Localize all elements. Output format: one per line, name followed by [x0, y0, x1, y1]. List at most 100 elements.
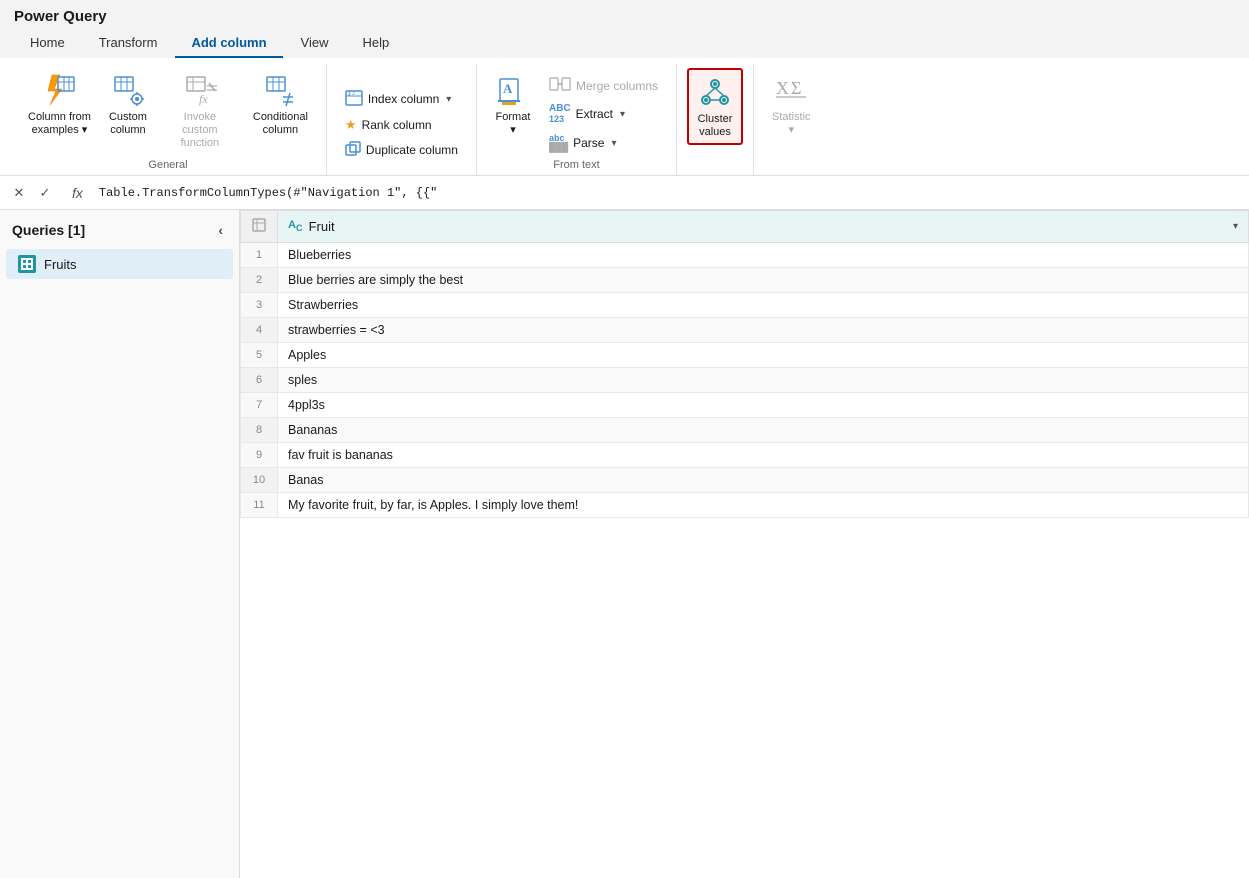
sidebar-collapse-button[interactable]: ‹ — [214, 220, 227, 240]
statistic-button[interactable]: X Σ Statistic▾ — [764, 68, 819, 141]
formula-confirm-icon[interactable]: ✓ — [34, 182, 56, 204]
extract-dropdown-icon: ▾ — [620, 109, 625, 120]
index-column-dropdown-icon: ▾ — [446, 94, 451, 105]
fruit-cell: My favorite fruit, by far, is Apples. I … — [278, 493, 1249, 518]
cluster-values-label: Clustervalues — [698, 113, 733, 139]
ribbon-items-cluster: Clustervalues — [687, 64, 743, 167]
row-number-cell: 2 — [241, 268, 278, 293]
format-button[interactable]: A Format▾ — [487, 68, 539, 141]
invoke-custom-function-button[interactable]: fx Invoke customfunction — [157, 68, 243, 155]
sidebar-header: Queries [1] ‹ — [0, 210, 239, 248]
formula-cancel-icon[interactable]: ✕ — [8, 182, 30, 204]
tab-add-column[interactable]: Add column — [175, 29, 282, 58]
conditional-column-icon — [262, 72, 298, 108]
sidebar: Queries [1] ‹ Fruits — [0, 210, 240, 878]
table-row: 4strawberries = <3 — [241, 318, 1249, 343]
column-from-examples-icon — [41, 72, 77, 108]
invoke-custom-function-label: Invoke customfunction — [165, 111, 235, 151]
extract-button[interactable]: ABC123 Extract ▾ — [541, 100, 666, 128]
tab-home[interactable]: Home — [14, 29, 81, 58]
column-from-examples-button[interactable]: Column fromexamples ▾ — [20, 68, 99, 141]
index-column-icon: 1 2 3 — [345, 90, 363, 109]
conditional-column-label: Conditionalcolumn — [253, 111, 308, 137]
table-row: 1Blueberries — [241, 243, 1249, 268]
merge-columns-icon — [549, 77, 571, 94]
table-row: 11My favorite fruit, by far, is Apples. … — [241, 493, 1249, 518]
format-icon: A — [495, 72, 531, 108]
conditional-column-button[interactable]: Conditionalcolumn — [245, 68, 316, 141]
rank-column-label: Rank column — [362, 118, 432, 132]
fruit-cell: strawberries = <3 — [278, 318, 1249, 343]
fruit-cell: Apples — [278, 343, 1249, 368]
fruit-cell: Banas — [278, 468, 1249, 493]
ribbon-group-from-text: A Format▾ Mer — [477, 64, 677, 175]
fruit-column-label: Fruit — [309, 219, 335, 234]
formula-bar: ✕ ✓ fx Table.TransformColumnTypes(#"Navi… — [0, 176, 1249, 210]
parse-button[interactable]: abc███ Parse ▾ — [541, 131, 666, 155]
table-icon-cell-4 — [27, 264, 32, 269]
merge-columns-button[interactable]: Merge columns — [541, 74, 666, 97]
statistic-label: Statistic▾ — [772, 111, 811, 137]
table-row: 74ppl3s — [241, 393, 1249, 418]
index-column-button[interactable]: 1 2 3 Index column ▾ — [337, 87, 466, 112]
data-grid-wrapper[interactable]: AC Fruit ▾ 1Blueberries2Blue berries are… — [240, 210, 1249, 878]
duplicate-column-button[interactable]: Duplicate column — [337, 138, 466, 163]
custom-column-button[interactable]: Customcolumn — [101, 68, 155, 141]
sidebar-title: Queries [1] — [12, 222, 85, 238]
duplicate-column-icon — [345, 141, 361, 160]
cluster-values-button[interactable]: Clustervalues — [687, 68, 743, 145]
svg-text:fx: fx — [199, 92, 208, 106]
app-title: Power Query — [0, 0, 1249, 29]
sidebar-item-fruits[interactable]: Fruits — [6, 249, 233, 279]
table-row: 8Bananas — [241, 418, 1249, 443]
fruit-column-header[interactable]: AC Fruit ▾ — [278, 211, 1249, 243]
general-group-label: General — [148, 155, 187, 175]
fruit-cell: Blueberries — [278, 243, 1249, 268]
fruit-column-dropdown[interactable]: ▾ — [1233, 221, 1238, 232]
table-row: 5Apples — [241, 343, 1249, 368]
merge-columns-label: Merge columns — [576, 79, 658, 93]
custom-column-icon — [110, 72, 146, 108]
fruits-table-icon — [18, 255, 36, 273]
parse-label: Parse — [573, 136, 604, 150]
cluster-values-icon — [697, 74, 733, 110]
fruit-cell: Blue berries are simply the best — [278, 268, 1249, 293]
row-number-cell: 6 — [241, 368, 278, 393]
fruits-item-label: Fruits — [44, 257, 77, 272]
svg-text:Σ: Σ — [791, 78, 801, 98]
parse-dropdown-icon: ▾ — [611, 138, 616, 149]
ribbon-group-general: Column fromexamples ▾ — [10, 64, 327, 175]
row-number-cell: 5 — [241, 343, 278, 368]
ribbon-items-statistic: X Σ Statistic▾ — [764, 64, 819, 167]
ribbon-group-cluster: Clustervalues — [677, 64, 754, 175]
row-number-cell: 10 — [241, 468, 278, 493]
custom-column-label: Customcolumn — [109, 111, 147, 137]
col-type-icon: AC — [288, 219, 303, 233]
row-num-header — [241, 211, 278, 243]
tab-help[interactable]: Help — [347, 29, 406, 58]
tab-transform[interactable]: Transform — [83, 29, 174, 58]
rank-column-button[interactable]: ★ Rank column — [337, 114, 466, 136]
fruit-cell: fav fruit is bananas — [278, 443, 1249, 468]
ribbon-from-text-small: Merge columns ABC123 Extract ▾ abc███ Pa… — [541, 68, 666, 155]
formula-bar-icons: ✕ ✓ — [8, 182, 56, 204]
fruit-cell: sples — [278, 368, 1249, 393]
from-text-group-label: From text — [553, 155, 599, 175]
tab-view[interactable]: View — [285, 29, 345, 58]
row-number-cell: 7 — [241, 393, 278, 418]
table-row: 3Strawberries — [241, 293, 1249, 318]
index-column-label: Index column — [368, 92, 439, 106]
formula-input[interactable]: Table.TransformColumnTypes(#"Navigation … — [99, 186, 1241, 200]
svg-text:3: 3 — [352, 91, 355, 97]
ribbon: Column fromexamples ▾ — [0, 58, 1249, 176]
row-number-cell: 11 — [241, 493, 278, 518]
tab-bar: Home Transform Add column View Help — [0, 29, 1249, 58]
fruit-cell: Strawberries — [278, 293, 1249, 318]
statistic-icon: X Σ — [773, 72, 809, 108]
extract-icon: ABC123 — [549, 103, 571, 125]
duplicate-column-label: Duplicate column — [366, 143, 458, 157]
table-row: 9fav fruit is bananas — [241, 443, 1249, 468]
data-grid: AC Fruit ▾ 1Blueberries2Blue berries are… — [240, 210, 1249, 518]
invoke-custom-function-icon: fx — [182, 72, 218, 108]
parse-icon: abc███ — [549, 134, 568, 152]
